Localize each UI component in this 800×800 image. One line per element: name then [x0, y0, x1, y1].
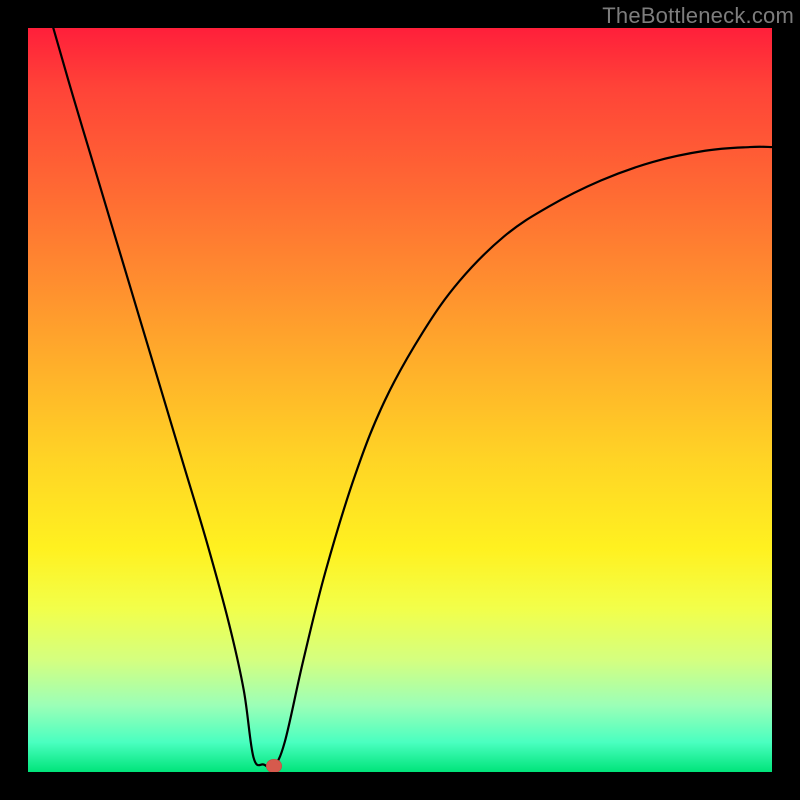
chart-frame: TheBottleneck.com — [0, 0, 800, 800]
plot-area — [28, 28, 772, 772]
optimal-point-marker — [266, 759, 282, 772]
bottleneck-curve — [28, 28, 772, 772]
watermark-text: TheBottleneck.com — [602, 3, 794, 29]
